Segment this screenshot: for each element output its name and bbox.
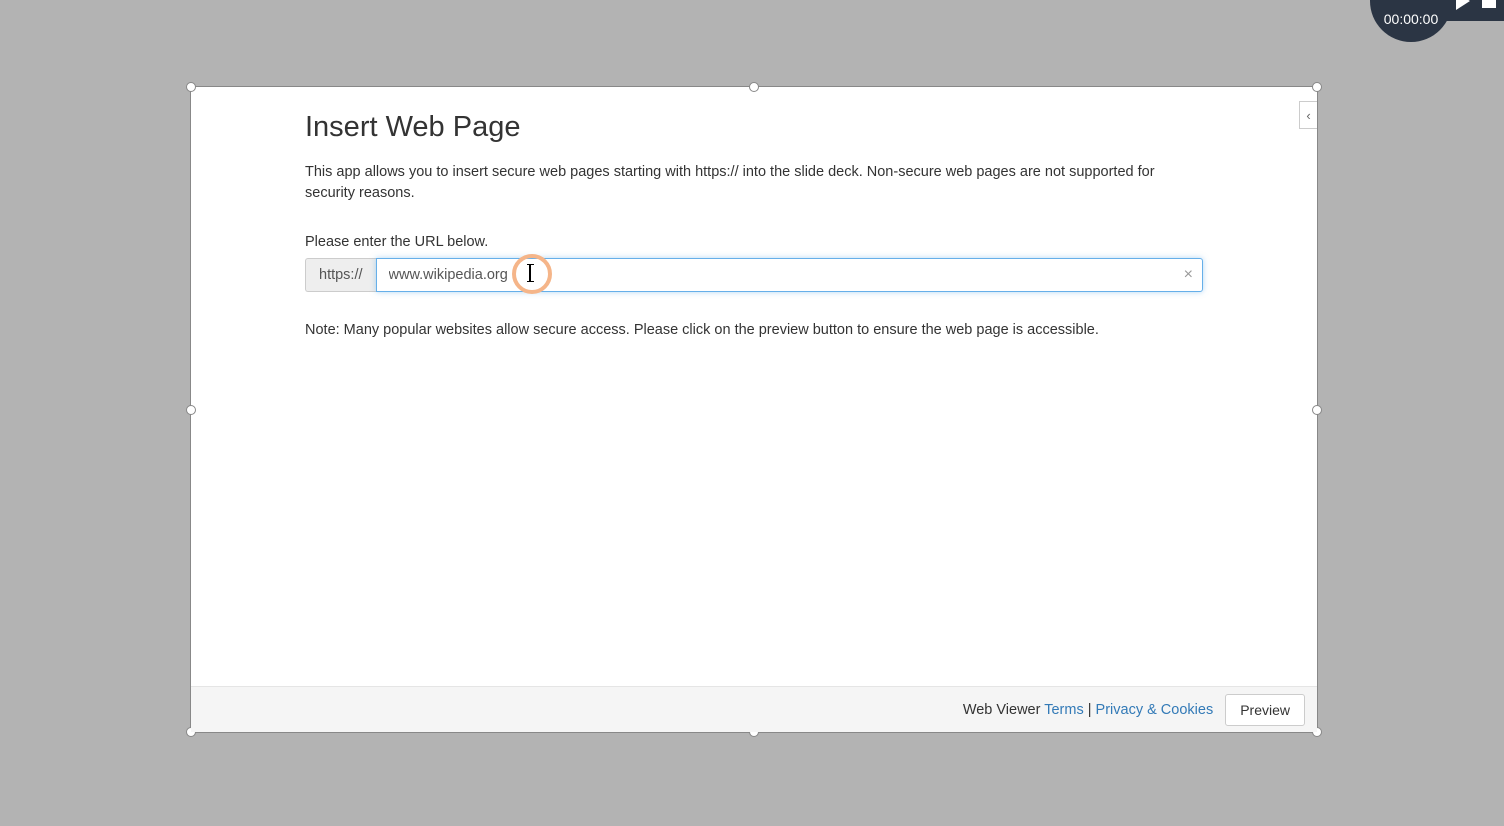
play-icon[interactable]	[1456, 0, 1470, 10]
privacy-link[interactable]: Privacy & Cookies	[1096, 702, 1214, 718]
clear-input-icon[interactable]: ×	[1184, 267, 1193, 283]
timer-display: 00:00:00	[1370, 0, 1452, 42]
url-input[interactable]	[376, 258, 1203, 292]
url-input-wrapper: ×	[376, 258, 1203, 292]
protocol-prefix: https://	[305, 258, 376, 292]
slide-object-frame[interactable]: ‹ Insert Web Page This app allows you to…	[190, 86, 1318, 733]
timer-elapsed: 00:00:00	[1384, 11, 1439, 27]
preview-button[interactable]: Preview	[1225, 694, 1305, 726]
url-input-group: https:// ×	[305, 258, 1203, 292]
dialog-description: This app allows you to insert secure web…	[305, 162, 1203, 204]
dialog-note: Note: Many popular websites allow secure…	[305, 322, 1203, 338]
terms-link[interactable]: Terms	[1044, 702, 1083, 718]
url-prompt-label: Please enter the URL below.	[305, 234, 1203, 250]
dialog-content: Insert Web Page This app allows you to i…	[191, 87, 1317, 686]
dialog-title: Insert Web Page	[305, 111, 1203, 144]
recording-timer-widget: 00:00:00	[1370, 0, 1504, 42]
timer-controls	[1444, 0, 1504, 21]
dialog-footer: Web Viewer Terms | Privacy & Cookies Pre…	[191, 686, 1317, 732]
footer-text: Web Viewer Terms | Privacy & Cookies	[963, 702, 1213, 718]
footer-app-name: Web Viewer	[963, 702, 1044, 718]
footer-separator: |	[1084, 702, 1096, 718]
stop-icon[interactable]	[1482, 0, 1496, 8]
